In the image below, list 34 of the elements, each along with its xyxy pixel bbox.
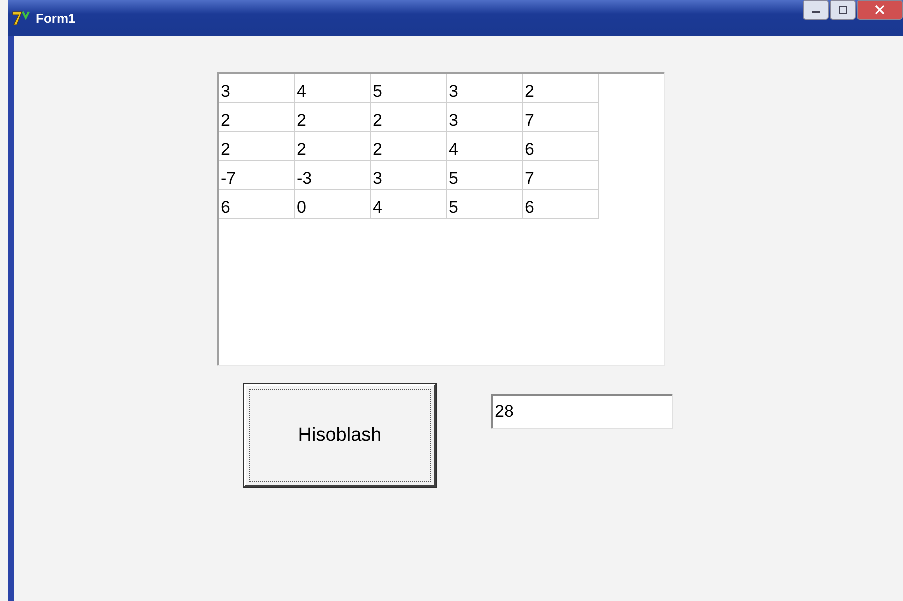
window-title: Form1 — [36, 10, 76, 26]
grid-cell: 2 — [522, 74, 598, 102]
grid-cell: 2 — [219, 102, 294, 132]
grid-cell: 2 — [370, 102, 446, 132]
app-icon — [12, 10, 30, 26]
grid-cell: 5 — [370, 74, 446, 102]
result-field[interactable]: 28 — [491, 394, 673, 429]
grid-cell: 2 — [219, 132, 294, 160]
grid-cell: 6 — [522, 132, 598, 160]
grid-cell: 3 — [446, 74, 522, 102]
grid-cell: 4 — [446, 132, 522, 160]
grid-cell: -7 — [219, 160, 294, 190]
grid-cell: 5 — [446, 160, 522, 190]
grid-cell: 7 — [522, 102, 598, 132]
grid-cell: 4 — [370, 190, 446, 218]
calculate-button[interactable]: Hisoblash — [244, 384, 436, 487]
grid-cell: 3 — [446, 102, 522, 132]
grid-cell: 6 — [522, 190, 598, 218]
grid-cell: 4 — [294, 74, 370, 102]
grid-cell: 5 — [446, 190, 522, 218]
grid-cell: 0 — [294, 190, 370, 218]
close-button[interactable] — [857, 0, 903, 20]
grid-cell: 2 — [370, 132, 446, 160]
grid-cell: 6 — [219, 190, 294, 218]
grid-cell: 3 — [219, 74, 294, 102]
grid-cell: 2 — [294, 102, 370, 132]
close-icon — [874, 5, 886, 15]
grid-cell: 2 — [294, 132, 370, 160]
grid-cell: 3 — [370, 160, 446, 190]
minimize-button[interactable] — [803, 0, 829, 20]
grid-cell: -3 — [294, 160, 370, 190]
maximize-icon — [837, 5, 849, 15]
maximize-button[interactable] — [830, 0, 856, 20]
grid-cell: 7 — [522, 160, 598, 190]
